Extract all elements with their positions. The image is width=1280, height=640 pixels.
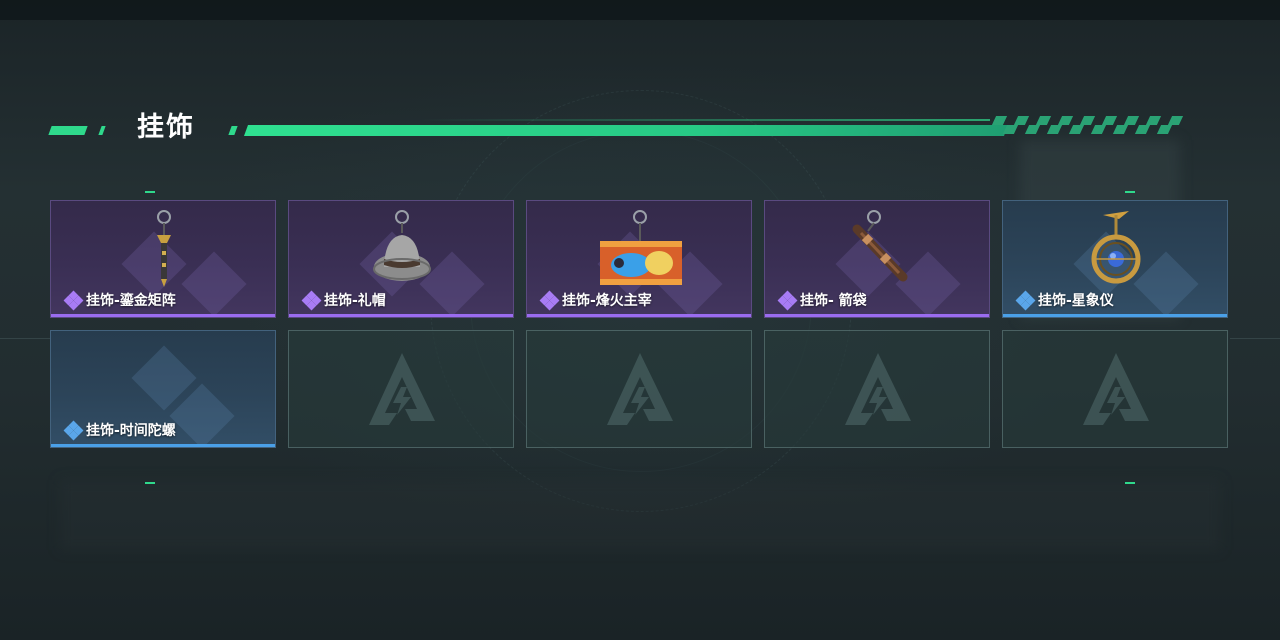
empty-slot[interactable]: [764, 330, 990, 448]
grid-corner-mark: [1125, 191, 1135, 193]
title-thin-line: [420, 119, 990, 121]
card-label: 挂饰-时间陀螺: [63, 420, 176, 441]
gilded-matrix-pendant-icon: [157, 210, 171, 287]
blue-rarity-diamond-icon: [1015, 290, 1036, 311]
purple-rarity-diamond-icon: [301, 290, 322, 311]
empty-slot-logo-icon: [1083, 353, 1149, 425]
purple-rarity-diamond-icon: [777, 290, 798, 311]
card-label: 挂饰-鎏金矩阵: [63, 290, 176, 311]
top-hat-pendant-icon: [373, 210, 431, 281]
pendant-card[interactable]: 挂饰- 箭袋: [764, 200, 990, 318]
empty-slot-logo-icon: [845, 353, 911, 425]
title-underline-bar: [243, 125, 1009, 136]
card-label: 挂饰-礼帽: [301, 290, 386, 311]
empty-slot-logo-icon: [369, 353, 435, 425]
background-ground: [60, 480, 1220, 550]
astrolabe-pendant-icon: [1091, 211, 1141, 284]
purple-rarity-diamond-icon: [63, 290, 84, 311]
quiver-pendant-icon: [852, 210, 908, 282]
pendant-card[interactable]: 挂饰-烽火主宰: [526, 200, 752, 318]
pendant-card[interactable]: 挂饰-星象仪: [1002, 200, 1228, 318]
empty-slot[interactable]: [1002, 330, 1228, 448]
card-label: 挂饰- 箭袋: [777, 290, 867, 311]
card-name: 挂饰-时间陀螺: [86, 423, 176, 439]
card-name: 挂饰- 箭袋: [800, 293, 867, 309]
time-top-pendant-icon: [51, 331, 275, 431]
empty-slot[interactable]: [526, 330, 752, 448]
purple-rarity-diamond-icon: [539, 290, 560, 311]
rarity-stripe: [289, 314, 513, 317]
pendant-card[interactable]: 挂饰-鎏金矩阵: [50, 200, 276, 318]
rarity-stripe: [527, 314, 751, 317]
pendant-collection-screen: 挂饰 挂饰-鎏金矩阵 挂饰-礼帽 挂饰-烽火主宰 挂饰- 箭袋 挂饰-星象仪 挂…: [0, 0, 1280, 640]
card-name: 挂饰-礼帽: [324, 293, 386, 309]
grid-corner-mark: [145, 191, 155, 193]
blue-rarity-diamond-icon: [63, 420, 84, 441]
top-shade: [0, 0, 1280, 20]
rarity-stripe: [51, 444, 275, 447]
title-accent-tick-right: [228, 126, 238, 135]
card-name: 挂饰-烽火主宰: [562, 293, 652, 309]
empty-slot-logo-icon: [607, 353, 673, 425]
pendant-card[interactable]: 挂饰-礼帽: [288, 200, 514, 318]
section-title: 挂饰: [137, 112, 195, 143]
title-accent-tick: [98, 126, 106, 135]
card-label: 挂饰-星象仪: [1015, 290, 1114, 311]
card-label: 挂饰-烽火主宰: [539, 290, 652, 311]
grid-corner-mark: [145, 482, 155, 484]
background-line-left: [0, 338, 50, 339]
rarity-stripe: [51, 314, 275, 317]
title-checker-pattern: [990, 116, 1200, 136]
beacon-ruler-pendant-icon: [600, 210, 682, 285]
title-accent-dash: [48, 126, 88, 135]
background-line-right: [1230, 338, 1280, 339]
empty-slot[interactable]: [288, 330, 514, 448]
card-name: 挂饰-星象仪: [1038, 293, 1114, 309]
rarity-stripe: [765, 314, 989, 317]
grid-corner-mark: [1125, 482, 1135, 484]
card-name: 挂饰-鎏金矩阵: [86, 293, 176, 309]
pendant-card[interactable]: 挂饰-时间陀螺: [50, 330, 276, 448]
rarity-stripe: [1003, 314, 1227, 317]
